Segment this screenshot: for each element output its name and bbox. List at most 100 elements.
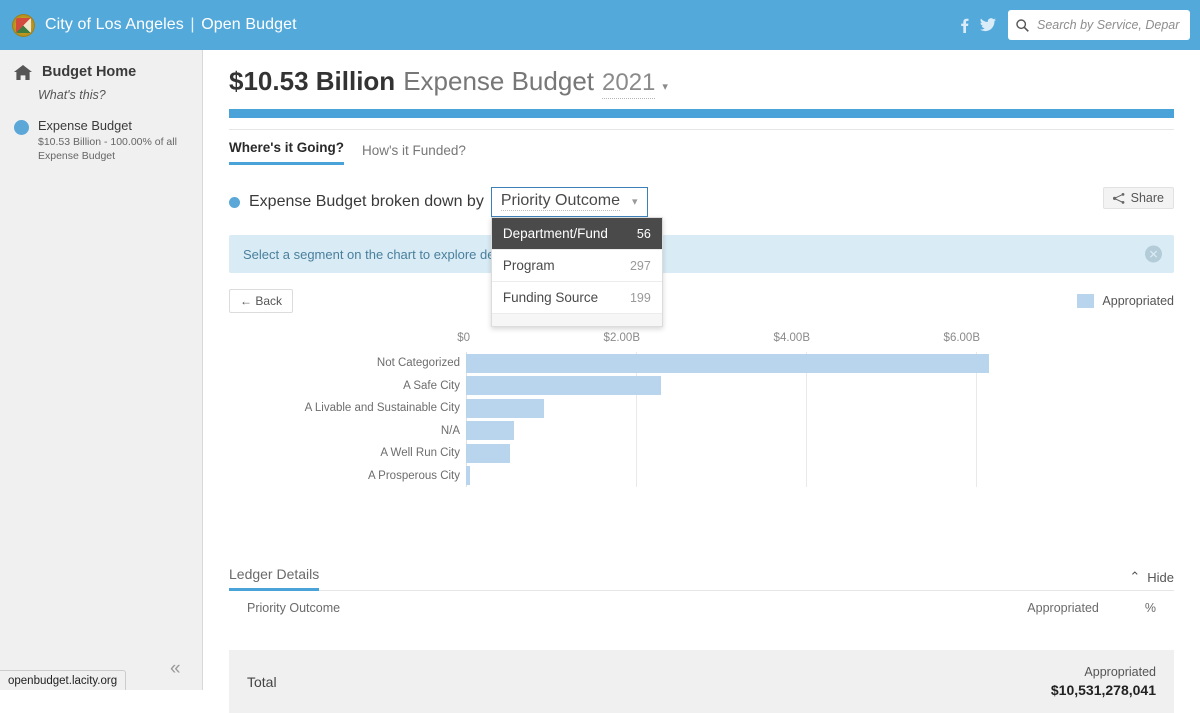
- close-icon[interactable]: ✕: [1145, 245, 1162, 263]
- facebook-icon[interactable]: [952, 13, 976, 37]
- back-button[interactable]: ← Back: [229, 289, 294, 313]
- ledger-hide-label: Hide: [1147, 569, 1174, 585]
- page-title-label: Expense Budget: [403, 66, 594, 96]
- chart-legend: Appropriated: [1077, 294, 1174, 308]
- search-box[interactable]: [1008, 10, 1190, 40]
- dropdown-footer-pad: [491, 314, 662, 326]
- ledger-total-value: $10,531,278,041: [1050, 682, 1156, 698]
- ledger-total-label: Total: [247, 673, 277, 690]
- dropdown-option-department-fund[interactable]: Department/Fund 56: [491, 218, 662, 250]
- breakdown-dropdown-menu[interactable]: Department/Fund 56 Program 297 Funding S…: [490, 217, 663, 327]
- city-seal-icon: [12, 13, 35, 37]
- sidebar-collapse-button[interactable]: «: [170, 659, 181, 678]
- ledger-col-priority-outcome: Priority Outcome: [247, 601, 341, 615]
- brand-title: City of Los Angeles | Open Budget: [45, 16, 297, 34]
- sidebar: Budget Home What's this? Expense Budget …: [0, 50, 203, 690]
- brand-section: Open Budget: [201, 16, 297, 33]
- chart-bar[interactable]: [466, 443, 511, 463]
- chart-bar-row[interactable]: N/A: [229, 420, 989, 443]
- legend-label: Appropriated: [1102, 294, 1174, 308]
- dropdown-option-label: Department/Fund: [502, 226, 608, 241]
- chart-bar-row[interactable]: A Prosperous City: [229, 465, 989, 488]
- info-banner-text: Select a segment on the chart to explore…: [243, 246, 499, 262]
- chart-bar[interactable]: [466, 376, 661, 396]
- dropdown-option-label: Funding Source: [502, 290, 599, 305]
- bar-chart: $0 $2.00B $4.00B $6.00B Not Categorized A Sa…: [229, 332, 989, 572]
- chart-bar-label: A Livable and Sustainable City: [304, 402, 460, 415]
- chart-x-axis: $0 $2.00B $4.00B $6.00B: [229, 332, 989, 348]
- dropdown-option-program[interactable]: Program 297: [491, 250, 662, 282]
- brand-logo-link[interactable]: City of Los Angeles | Open Budget: [12, 13, 297, 37]
- budget-progress-bar: [229, 109, 1174, 118]
- chart-bar-row[interactable]: A Safe City: [229, 375, 989, 398]
- fiscal-year-selector[interactable]: 2021: [602, 69, 656, 99]
- chart-bar-label: A Well Run City: [380, 447, 460, 460]
- ledger-total-caption: Appropriated: [1084, 665, 1156, 679]
- share-icon: [1112, 192, 1125, 204]
- dropdown-option-count: 56: [636, 226, 651, 241]
- ledger-total-right: Appropriated $10,531,278,041: [1051, 665, 1156, 698]
- ledger-hide-button[interactable]: ⌃ Hide: [1129, 569, 1174, 591]
- x-axis-tick: $0: [457, 332, 470, 344]
- page-title-amount: $10.53 Billion: [229, 66, 396, 96]
- ledger-column-headers: Priority Outcome Appropriated %: [229, 591, 1174, 615]
- chart-controls-row: ← Back Appropriated: [229, 289, 1174, 313]
- share-button[interactable]: Share: [1102, 187, 1174, 209]
- twitter-icon[interactable]: [976, 13, 1000, 37]
- chart-bar[interactable]: [466, 398, 545, 418]
- expense-budget-dot-icon: [14, 120, 29, 135]
- dropdown-option-count: 199: [629, 290, 651, 305]
- sidebar-item-body: Expense Budget $10.53 Billion - 100.00% …: [38, 118, 188, 163]
- chart-bar-label: Not Categorized: [376, 357, 460, 370]
- legend-swatch: [1077, 294, 1095, 308]
- main-tabs: Where's it Going? How's it Funded?: [229, 140, 1174, 165]
- breakdown-select[interactable]: Priority Outcome ▾: [490, 187, 648, 217]
- sidebar-home-label: Budget Home: [42, 64, 137, 80]
- sidebar-item-subtitle: $10.53 Billion - 100.00% of all Expense …: [38, 136, 177, 163]
- breakdown-prefix-label: Expense Budget broken down by: [249, 193, 484, 210]
- chart-bar[interactable]: [466, 353, 989, 373]
- sidebar-item-expense-budget[interactable]: Expense Budget $10.53 Billion - 100.00% …: [0, 102, 202, 163]
- ledger-col-percent: %: [1144, 601, 1156, 615]
- chevron-down-icon[interactable]: ▾: [662, 80, 668, 93]
- chart-bar-label: A Safe City: [403, 379, 460, 392]
- breakdown-control-row: Expense Budget broken down by Priority O…: [229, 187, 1174, 327]
- ledger-total-row: Total Appropriated $10,531,278,041: [229, 650, 1174, 713]
- page-title: $10.53 Billion Expense Budget 2021 ▾: [203, 50, 1200, 99]
- chart-bar-row[interactable]: A Livable and Sustainable City: [229, 397, 989, 420]
- chart-bar-label: A Prosperous City: [367, 469, 460, 482]
- chart-bar[interactable]: [466, 466, 471, 486]
- sidebar-item-budget-home[interactable]: Budget Home: [0, 50, 202, 80]
- dropdown-option-label: Program: [502, 258, 555, 273]
- breakdown-dot-icon: [229, 196, 240, 208]
- dropdown-option-count: 297: [629, 258, 651, 273]
- search-input[interactable]: [1035, 17, 1182, 33]
- x-axis-tick: $6.00B: [943, 332, 980, 344]
- ledger-title: Ledger Details: [229, 566, 320, 591]
- ledger-header: Ledger Details ⌃ Hide: [229, 566, 1174, 591]
- title-divider: [229, 129, 1174, 130]
- chart-plot-area: Not Categorized A Safe City A Livable and …: [229, 352, 989, 487]
- dropdown-option-funding-source[interactable]: Funding Source 199: [491, 282, 662, 314]
- x-axis-tick: $2.00B: [603, 332, 640, 344]
- breakdown-select-wrapper: Priority Outcome ▾ Department/Fund 56 Pr…: [490, 187, 663, 327]
- tab-wheres-it-going[interactable]: Where's it Going?: [229, 140, 344, 165]
- home-icon: [14, 64, 32, 80]
- info-banner: Select a segment on the chart to explore…: [229, 235, 1174, 273]
- top-navigation-bar: City of Los Angeles | Open Budget: [0, 0, 1200, 50]
- chart-bar-row[interactable]: A Well Run City: [229, 442, 989, 465]
- top-bar-right-group: [952, 0, 1190, 50]
- ledger-col-right-group: Appropriated %: [1027, 601, 1156, 615]
- brand-separator: |: [190, 16, 195, 33]
- sidebar-item-title: Expense Budget: [38, 118, 132, 133]
- ledger-details-section: Ledger Details ⌃ Hide Priority Outcome A…: [229, 566, 1174, 713]
- chevron-down-icon: ▾: [631, 196, 638, 208]
- tab-hows-it-funded[interactable]: How's it Funded?: [362, 143, 466, 165]
- whats-this-link[interactable]: What's this?: [38, 88, 202, 102]
- brand-name: City of Los Angeles: [45, 16, 184, 33]
- chart-bar[interactable]: [466, 421, 515, 441]
- search-icon: [1016, 18, 1029, 32]
- chart-bar-row[interactable]: Not Categorized: [229, 352, 989, 375]
- ledger-col-appropriated: Appropriated: [1027, 601, 1099, 615]
- chevron-up-icon: ⌃: [1129, 569, 1141, 584]
